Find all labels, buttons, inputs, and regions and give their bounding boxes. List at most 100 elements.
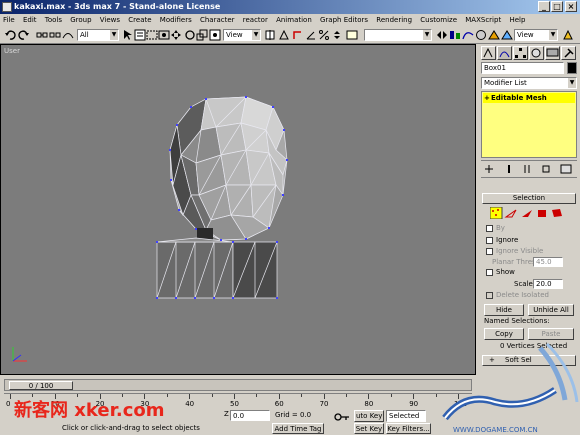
set-key-button[interactable]: Set Key — [354, 423, 384, 434]
add-time-tag-button[interactable]: Add Time Tag — [272, 423, 324, 434]
quick-render-icon[interactable] — [501, 29, 513, 41]
delete-isolated-checkbox[interactable] — [486, 292, 493, 299]
menu-character[interactable]: Character — [197, 14, 238, 26]
named-selection-dropdown[interactable]: ▼ — [364, 29, 432, 41]
window-crossing-icon[interactable] — [158, 29, 170, 41]
ignore-visible-checkbox[interactable] — [486, 248, 493, 255]
menu-maxscript[interactable]: MAXScript — [462, 14, 504, 26]
mirror-icon[interactable] — [436, 29, 448, 41]
create-icon — [483, 47, 493, 58]
curve-editor-icon[interactable] — [462, 29, 474, 41]
planar-thresh-field[interactable]: 45.0 — [533, 257, 563, 267]
menu-group[interactable]: Group — [67, 14, 94, 26]
tab-utilities[interactable] — [561, 46, 576, 60]
menu-file[interactable]: File — [0, 14, 18, 26]
redo-icon[interactable] — [18, 29, 30, 41]
z-coordinate-field[interactable]: 0.0 — [230, 410, 270, 421]
menu-rendering[interactable]: Rendering — [373, 14, 415, 26]
object-color-swatch[interactable] — [567, 62, 577, 74]
paste-button[interactable]: Paste — [528, 328, 574, 340]
configure-sets-icon[interactable] — [560, 164, 572, 174]
align-icon[interactable] — [449, 29, 461, 41]
scale-field[interactable]: 20.0 — [533, 279, 563, 289]
menu-graph-editors[interactable]: Graph Editors — [317, 14, 371, 26]
element-mode-icon[interactable] — [552, 209, 562, 217]
reference-coord-dropdown[interactable]: View ▼ — [223, 29, 261, 41]
by-vertex-checkbox[interactable] — [486, 225, 493, 232]
remove-modifier-icon[interactable] — [542, 165, 550, 173]
menu-animation[interactable]: Animation — [273, 14, 315, 26]
key-set-dropdown[interactable]: Selected — [386, 410, 426, 422]
tab-display[interactable] — [545, 46, 560, 60]
tab-motion[interactable] — [529, 46, 544, 60]
menu-bar: File Edit Tools Group Views Create Modif… — [0, 14, 580, 26]
menu-reactor[interactable]: reactor — [240, 14, 271, 26]
selection-rollout[interactable]: Selection — [482, 193, 576, 204]
time-slider[interactable]: 0 / 100 — [4, 379, 472, 391]
stack-item-editable-mesh[interactable]: + Editable Mesh — [483, 93, 575, 103]
bind-space-warp-icon[interactable] — [62, 29, 74, 41]
vertex-mode-icon[interactable] — [490, 207, 503, 219]
rect-selection-region-icon[interactable] — [146, 29, 158, 41]
make-unique-icon[interactable] — [524, 165, 530, 173]
tab-modify[interactable] — [497, 46, 512, 60]
pivot-icon[interactable] — [209, 29, 221, 41]
select-move-icon[interactable] — [170, 29, 182, 41]
copy-button[interactable]: Copy — [484, 328, 524, 340]
pivot-center-icon[interactable] — [264, 29, 276, 41]
snaps-toggle-icon[interactable] — [292, 29, 304, 41]
modifier-list-dropdown[interactable]: Modifier List ▼ — [481, 77, 577, 89]
sub-object-level-row — [490, 207, 562, 219]
chevron-down-icon: ▼ — [423, 30, 431, 40]
select-by-name-icon[interactable] — [134, 29, 146, 41]
select-object-icon[interactable] — [122, 29, 134, 41]
auto-key-button[interactable]: uto Key — [354, 410, 384, 422]
menu-edit[interactable]: Edit — [20, 14, 40, 26]
ignore-visible-label: Ignore Visible — [496, 247, 544, 255]
hide-button[interactable]: Hide — [484, 304, 524, 316]
spinner-snap-icon[interactable] — [331, 29, 343, 41]
undo-icon[interactable] — [4, 29, 16, 41]
maximize-button[interactable]: □ — [551, 1, 563, 12]
tab-hierarchy[interactable] — [513, 46, 528, 60]
object-name-field[interactable]: Box01 — [481, 62, 564, 74]
material-editor-icon[interactable] — [475, 29, 487, 41]
render-scene-icon[interactable] — [488, 29, 500, 41]
ignore-backfacing-label: Ignore — [496, 236, 519, 244]
select-manipulate-icon[interactable] — [278, 29, 290, 41]
mesh-object[interactable] — [1, 45, 477, 376]
select-scale-icon[interactable] — [196, 29, 208, 41]
unhide-all-button[interactable]: Unhide All — [528, 304, 574, 316]
selection-filter-dropdown[interactable]: All ▼ — [77, 29, 119, 41]
perspective-viewport[interactable]: User — [0, 44, 476, 375]
percent-snap-icon[interactable] — [318, 29, 330, 41]
tab-create[interactable] — [481, 46, 496, 60]
timeline-tick — [368, 394, 370, 399]
menu-modifiers[interactable]: Modifiers — [157, 14, 195, 26]
menu-views[interactable]: Views — [97, 14, 123, 26]
face-mode-icon[interactable] — [522, 210, 532, 217]
render-view-dropdown[interactable]: View ▼ — [514, 29, 558, 41]
angle-snap-icon[interactable] — [305, 29, 317, 41]
time-slider-thumb[interactable]: 0 / 100 — [9, 381, 73, 390]
minimize-button[interactable]: _ — [538, 1, 550, 12]
scale-label: Scale — [514, 280, 533, 288]
close-button[interactable]: × — [565, 1, 577, 12]
edge-mode-icon[interactable] — [504, 209, 517, 218]
delete-isolated-label: Delete Isolated — [496, 291, 549, 299]
expand-icon[interactable]: + — [484, 93, 490, 103]
by-vertex-label: By — [496, 224, 505, 232]
menu-help[interactable]: Help — [506, 14, 528, 26]
select-rotate-icon[interactable] — [184, 29, 196, 41]
unlink-icon[interactable] — [49, 29, 61, 41]
menu-create[interactable]: Create — [125, 14, 154, 26]
select-link-icon[interactable] — [36, 29, 48, 41]
render-last-icon[interactable] — [562, 29, 574, 41]
polygon-mode-icon[interactable] — [538, 210, 546, 217]
pin-stack-icon[interactable] — [485, 165, 493, 173]
menu-tools[interactable]: Tools — [42, 14, 65, 26]
show-normals-checkbox[interactable] — [486, 269, 493, 276]
menu-customize[interactable]: Customize — [417, 14, 460, 26]
ignore-backfacing-checkbox[interactable] — [486, 237, 493, 244]
edit-named-selections-icon[interactable] — [346, 29, 358, 41]
